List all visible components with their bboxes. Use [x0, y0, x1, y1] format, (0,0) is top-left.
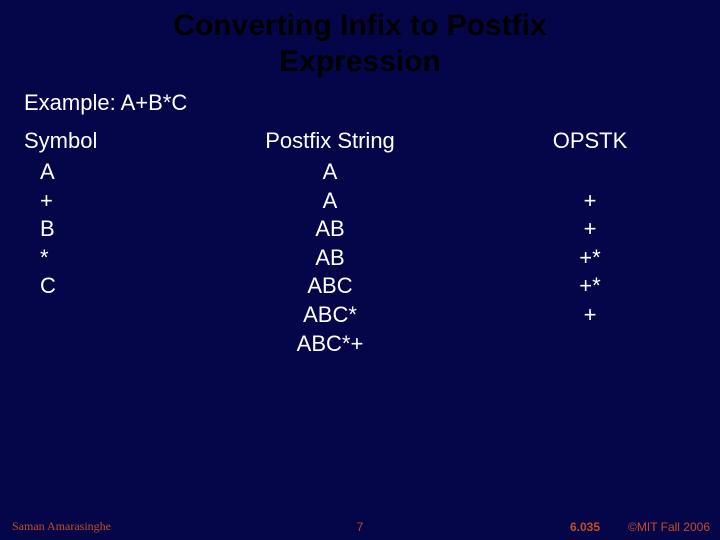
symbol-row: +: [24, 187, 200, 216]
postfix-row: A: [323, 187, 338, 216]
footer-copyright: ©MIT Fall 2006: [628, 520, 710, 534]
opstk-row: +: [584, 187, 597, 216]
opstk-header: OPSTK: [553, 128, 628, 154]
postfix-row: ABC*+: [297, 330, 364, 359]
symbol-row: B: [24, 215, 200, 244]
opstk-row: [587, 158, 593, 187]
postfix-header: Postfix String: [265, 128, 395, 154]
opstk-row: +: [584, 301, 597, 330]
footer-author: Saman Amarasinghe: [12, 519, 111, 534]
symbol-row: *: [24, 244, 200, 273]
opstk-row: [587, 330, 593, 359]
postfix-row: ABC: [307, 272, 352, 301]
symbol-header: Symbol: [24, 128, 200, 154]
example-line: Example: A+B*C: [0, 80, 720, 116]
opstk-row: +*: [579, 244, 600, 273]
postfix-row: A: [323, 158, 338, 187]
slide-title: Converting Infix to Postfix Expression: [0, 0, 720, 80]
symbol-row: C: [24, 272, 200, 301]
opstk-row: +: [584, 215, 597, 244]
symbol-column: Symbol A + B * C: [0, 128, 200, 358]
footer-course: 6.035: [570, 520, 600, 534]
symbol-row: A: [24, 158, 200, 187]
footer-page: 7: [357, 520, 364, 534]
postfix-row: AB: [315, 244, 344, 273]
conversion-table: Symbol A + B * C Postfix String A A AB A…: [0, 116, 720, 358]
opstk-row: +*: [579, 272, 600, 301]
title-line-1: Converting Infix to Postfix: [173, 9, 546, 42]
opstk-column: OPSTK + + +* +* +: [460, 128, 720, 358]
postfix-column: Postfix String A A AB AB ABC ABC* ABC*+: [200, 128, 460, 358]
postfix-row: ABC*: [303, 301, 357, 330]
postfix-row: AB: [315, 215, 344, 244]
title-line-2: Expression: [279, 45, 441, 78]
